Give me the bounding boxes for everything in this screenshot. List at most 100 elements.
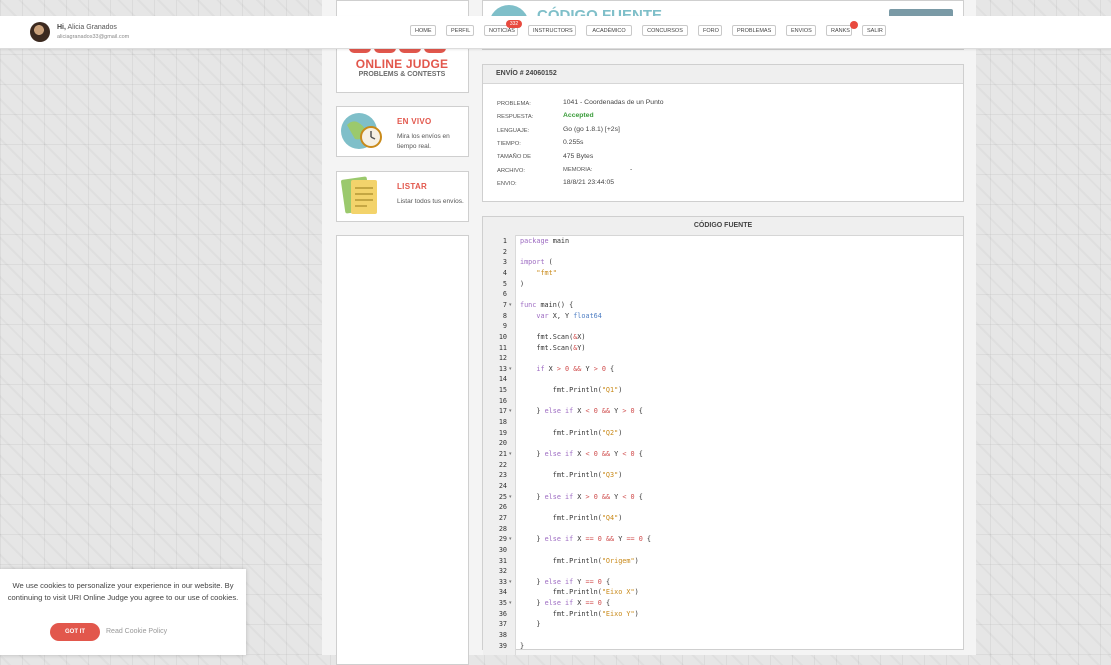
info-label-file: ARCHIVO: xyxy=(497,168,526,174)
code-line: import ( xyxy=(520,258,553,267)
source-panel: CÓDIGO FUENTE 1 package main 2 3 import ( 4 "… xyxy=(482,216,964,655)
line-number: 20 xyxy=(498,439,507,448)
info-value-answer: Accepted xyxy=(563,112,594,119)
feature-live-desc: Mira los envíos en tiempo real. xyxy=(397,133,450,150)
code-line: } else if Y == 0 { xyxy=(520,577,611,586)
line-number: 34 xyxy=(498,588,507,597)
info-value-size: 475 Bytes xyxy=(563,153,594,160)
info-label-problem: PROBLEMA: xyxy=(497,101,531,107)
feature-live-title: EN VIVO xyxy=(397,117,432,126)
user-email: aliciagranados33@gmail.com xyxy=(57,34,130,40)
line-number: 6 xyxy=(502,290,507,299)
line-number: 19 xyxy=(498,428,507,437)
code-line: fmt.Println("Origem") xyxy=(520,556,639,565)
nav-salir[interactable]: SALIR xyxy=(862,25,886,36)
line-number: 1 xyxy=(502,237,507,245)
nav-envios[interactable]: ENVIOS xyxy=(786,25,816,36)
info-label-language: LENGUAJE: xyxy=(497,128,530,134)
user-name: Hi, Alicia Granados xyxy=(57,24,117,31)
info-label-answer: RESPUESTA: xyxy=(497,114,534,120)
cookie-banner: We use cookies to personalize your exper… xyxy=(0,569,246,655)
feature-list-title: LISTAR xyxy=(397,182,428,191)
fold-arrow-icon[interactable]: ▾ xyxy=(509,302,512,308)
code-line: } else if X < 0 && Y > 0 { xyxy=(520,407,643,416)
nav-problemas[interactable]: PROBLEMAS xyxy=(732,25,776,36)
line-number: 14 xyxy=(498,375,507,384)
info-label-time: TIEMPO: xyxy=(497,141,521,147)
nav-foro[interactable]: FORO xyxy=(698,25,722,36)
code-line: } else if X == 0 && Y == 0 { xyxy=(520,535,651,544)
line-number: 13 xyxy=(498,364,507,373)
code-line: fmt.Println("Q2") xyxy=(520,428,623,437)
line-number: 26 xyxy=(498,503,507,512)
code-line: if X > 0 && Y > 0 { xyxy=(536,364,615,373)
code-line: } else if X == 0 { xyxy=(520,599,611,608)
fold-arrow-icon[interactable]: ▾ xyxy=(509,579,512,585)
fold-arrow-icon[interactable]: ▾ xyxy=(509,600,512,606)
line-number: 16 xyxy=(498,396,507,405)
fold-arrow-icon[interactable]: ▾ xyxy=(509,536,512,542)
nav-instructors[interactable]: INSTRUCTORS xyxy=(528,25,576,36)
line-number: 21 xyxy=(498,450,507,458)
nav-home[interactable]: HOME xyxy=(410,25,436,36)
line-number: 23 xyxy=(498,471,507,480)
info-label-size: TAMAÑO DE xyxy=(497,154,532,160)
nav-perfil[interactable]: PERFIL xyxy=(446,25,474,36)
feature-live[interactable]: EN VIVO Mira los envíos en tiempo real. xyxy=(336,106,469,157)
fold-arrow-icon[interactable]: ▾ xyxy=(509,494,512,500)
code-line: fmt.Println("Q1") xyxy=(520,386,623,395)
code-line: } xyxy=(520,620,541,629)
avatar[interactable] xyxy=(30,22,50,42)
info-label-memory: MEMORIA: xyxy=(563,167,593,173)
line-number: 27 xyxy=(498,513,507,522)
line-number: 25 xyxy=(498,492,507,501)
code-line: ) xyxy=(520,279,525,288)
nav-academico[interactable]: ACADÉMICO xyxy=(586,25,632,36)
code-line: fmt.Println("Eixo X") xyxy=(520,588,639,597)
line-number: 33 xyxy=(498,577,507,586)
cookie-policy-link[interactable]: Read Cookie Policy xyxy=(106,628,167,635)
ranks-notification-dot xyxy=(850,21,858,29)
submission-panel: ENVÍO # 24060152 PROBLEMA: 1041 - Coorde… xyxy=(482,64,964,202)
info-value-problem[interactable]: 1041 - Coordenadas de un Punto xyxy=(563,99,664,106)
line-number: 12 xyxy=(498,354,507,363)
line-number: 29 xyxy=(498,535,507,544)
line-number: 2 xyxy=(502,247,507,256)
line-number: 38 xyxy=(498,631,507,640)
documents-icon xyxy=(341,176,377,214)
line-number: 4 xyxy=(502,268,507,277)
feature-list-desc: Listar todos tus envíos. xyxy=(397,198,464,205)
nav-concursos[interactable]: CONCURSOS xyxy=(642,25,688,36)
code-line: "fmt" xyxy=(536,268,557,277)
cookie-accept-button[interactable]: GOT IT xyxy=(50,623,100,641)
line-number: 36 xyxy=(498,609,507,618)
code-line: package main xyxy=(520,237,570,245)
code-line: fmt.Println("Q4") xyxy=(520,513,623,522)
line-number: 7 xyxy=(502,300,507,309)
line-number: 28 xyxy=(498,524,507,533)
line-number: 18 xyxy=(498,418,507,427)
sidebar-empty-box xyxy=(336,235,469,665)
code-line: fmt.Println("Q3") xyxy=(520,471,623,480)
code-line: fmt.Println("Eixo Y") xyxy=(520,609,639,618)
info-value-memory: - xyxy=(630,166,633,173)
line-number: 24 xyxy=(498,481,507,490)
fold-arrow-icon[interactable]: ▾ xyxy=(509,366,512,372)
top-bar: Hi, Alicia Granados aliciagranados33@gma… xyxy=(0,16,1111,49)
code-line: } else if X > 0 && Y < 0 { xyxy=(520,492,643,501)
line-number: 9 xyxy=(502,322,507,331)
line-number: 37 xyxy=(498,620,507,629)
nav-ranks[interactable]: RANKS xyxy=(826,25,852,36)
code-line: var X, Y float64 xyxy=(536,311,602,320)
info-value-time: 0.255s xyxy=(563,139,584,146)
source-title: CÓDIGO FUENTE xyxy=(483,217,963,236)
code-editor[interactable]: 1 package main 2 3 import (4 "fmt" 5) 6 7 ▾ func … xyxy=(483,235,963,655)
code-line: func main() { xyxy=(520,300,574,309)
line-number: 11 xyxy=(498,343,507,352)
code-line: } xyxy=(520,641,525,650)
feature-list[interactable]: LISTAR Listar todos tus envíos. xyxy=(336,171,469,222)
line-number: 31 xyxy=(498,556,507,565)
line-number: 17 xyxy=(498,407,507,416)
fold-arrow-icon[interactable]: ▾ xyxy=(509,408,512,414)
fold-arrow-icon[interactable]: ▾ xyxy=(509,451,512,457)
